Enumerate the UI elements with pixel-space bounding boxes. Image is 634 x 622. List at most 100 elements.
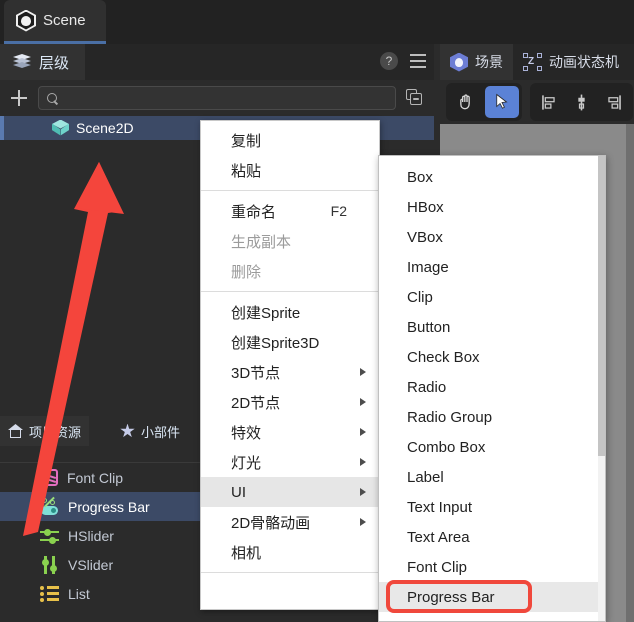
select-tool-button[interactable] — [485, 86, 519, 118]
pan-tool-button[interactable] — [449, 86, 483, 118]
list-item-vslider[interactable]: VSlider — [0, 550, 200, 579]
menu-item-camera[interactable]: 相机 — [201, 537, 379, 567]
chevron-right-icon — [360, 428, 366, 436]
menu-item-create-sprite3d[interactable]: 创建Sprite3D — [201, 327, 379, 357]
menu-item-label: 删除 — [231, 261, 261, 282]
submenu-item-button[interactable]: Button — [379, 312, 605, 342]
collapse-all-icon[interactable] — [406, 89, 424, 107]
menu-item-paste[interactable]: 粘贴 — [201, 155, 379, 185]
tab-scene-view-label: 场景 — [475, 52, 503, 72]
tab-animation-state-machine[interactable]: Z 动画状态机 — [513, 44, 629, 80]
scene-scrollbar[interactable] — [626, 124, 634, 622]
menu-item-label: 2D骨骼动画 — [231, 512, 310, 533]
submenu-item-text-input[interactable]: Text Input — [379, 492, 605, 522]
submenu-item-radio[interactable]: Radio — [379, 372, 605, 402]
align-right-button[interactable] — [599, 86, 630, 118]
menu-item-label: 粘贴 — [231, 160, 261, 181]
align-center-icon — [572, 93, 591, 112]
list-item-font-clip[interactable]: Font Clip — [0, 463, 200, 492]
submenu-item-check-box[interactable]: Check Box — [379, 342, 605, 372]
submenu-item-label: Check Box — [407, 349, 480, 366]
submenu-item-label[interactable]: Label — [379, 462, 605, 492]
align-tool-group — [530, 83, 633, 121]
scrollbar-thumb[interactable] — [598, 156, 605, 456]
selection-indicator — [0, 116, 4, 140]
scene-toolbar — [440, 80, 634, 124]
submenu-item-vbox[interactable]: VBox — [379, 222, 605, 252]
hamburger-icon[interactable] — [410, 54, 426, 68]
search-input[interactable] — [64, 91, 387, 105]
chevron-right-icon — [360, 398, 366, 406]
widget-list: Font Clip Progress Bar HSlider VSlid — [0, 462, 200, 622]
align-left-button[interactable] — [533, 86, 564, 118]
list-item-hslider[interactable]: HSlider — [0, 521, 200, 550]
submenu-item-label: Radio Group — [407, 409, 492, 426]
tab-scene-view[interactable]: 场景 — [440, 44, 513, 80]
submenu-item-label: Combo Box — [407, 439, 485, 456]
widget-tab-bar: 项目资源 小部件 — [0, 416, 200, 446]
submenu-item-label: Label — [407, 469, 444, 486]
submenu-item-combo-box[interactable]: Combo Box — [379, 432, 605, 462]
submenu-item-label: Radio — [407, 379, 446, 396]
submenu-scrollbar[interactable] — [598, 156, 605, 622]
hierarchy-tab-bar: 层级 ? — [0, 44, 434, 80]
context-menu: 复制 粘贴 重命名 F2 生成副本 删除 创建Sprite 创建Sprite3D… — [200, 120, 380, 610]
tab-scene[interactable]: Scene — [4, 0, 106, 44]
chevron-right-icon — [360, 368, 366, 376]
vslider-icon — [40, 556, 59, 574]
list-item-label: HSlider — [68, 528, 114, 544]
help-icon[interactable]: ? — [380, 52, 398, 70]
menu-separator — [201, 572, 379, 573]
menu-item-3d-node[interactable]: 3D节点 — [201, 357, 379, 387]
submenu-item-label: Box — [407, 169, 433, 186]
submenu-item-text-area[interactable]: Text Area — [379, 522, 605, 552]
submenu-item-font-clip[interactable]: Font Clip — [379, 552, 605, 582]
tab-widgets-label: 小部件 — [141, 422, 180, 441]
submenu-item-hbox[interactable]: HBox — [379, 192, 605, 222]
menu-item-create-sprite[interactable]: 创建Sprite — [201, 297, 379, 327]
list-item-list[interactable]: List — [0, 579, 200, 608]
tab-widgets[interactable]: 小部件 — [112, 416, 188, 446]
ui-submenu: Box HBox VBox Image Clip Button Check Bo… — [378, 155, 606, 622]
tree-row-label: Scene2D — [76, 120, 134, 136]
menu-item-copy[interactable]: 复制 — [201, 125, 379, 155]
submenu-item-box[interactable]: Box — [379, 162, 605, 192]
menu-item-label: 相机 — [231, 542, 261, 563]
submenu-item-label: Button — [407, 319, 450, 336]
menu-item-label: 特效 — [231, 422, 261, 443]
menu-item-label: 创建Sprite — [231, 302, 300, 323]
list-item-progress-bar[interactable]: Progress Bar — [0, 492, 200, 521]
menu-item-label: 生成副本 — [231, 231, 291, 252]
widget-panel: 项目资源 小部件 Font Clip Progress Bar — [0, 416, 200, 622]
submenu-item-hslider[interactable]: HSlider — [379, 612, 605, 622]
list-item-label: Font Clip — [67, 470, 123, 486]
menu-item-2d-node[interactable]: 2D节点 — [201, 387, 379, 417]
add-node-button[interactable] — [8, 87, 30, 109]
submenu-item-clip[interactable]: Clip — [379, 282, 605, 312]
tab-project-resources[interactable]: 项目资源 — [0, 416, 89, 446]
tab-project-resources-label: 项目资源 — [29, 422, 81, 441]
menu-item-label: 3D节点 — [231, 362, 280, 383]
home-icon — [8, 424, 23, 438]
tab-hierarchy[interactable]: 层级 — [0, 44, 85, 80]
menu-item-label: 2D节点 — [231, 392, 280, 413]
menu-item-2d-skeletal-animation[interactable]: 2D骨骼动画 — [201, 507, 379, 537]
menu-item-ui[interactable]: UI — [201, 477, 379, 507]
search-box[interactable] — [38, 86, 396, 110]
submenu-item-progress-bar[interactable]: Progress Bar — [379, 582, 605, 612]
tab-hierarchy-label: 层级 — [39, 52, 69, 73]
menu-item-effects[interactable]: 特效 — [201, 417, 379, 447]
menu-item-rename[interactable]: 重命名 F2 — [201, 196, 379, 226]
top-tab-bar: Scene — [0, 0, 634, 44]
menu-item-label: 重命名 — [231, 201, 276, 222]
menu-separator — [201, 190, 379, 191]
align-center-button[interactable] — [566, 86, 597, 118]
search-icon — [47, 93, 58, 104]
submenu-item-image[interactable]: Image — [379, 252, 605, 282]
menu-item-lights[interactable]: 灯光 — [201, 447, 379, 477]
hslider-icon — [40, 527, 59, 545]
submenu-item-radio-group[interactable]: Radio Group — [379, 402, 605, 432]
cube-icon — [52, 120, 69, 137]
progress-bar-icon — [40, 498, 59, 516]
submenu-item-label: Text Input — [407, 499, 472, 516]
